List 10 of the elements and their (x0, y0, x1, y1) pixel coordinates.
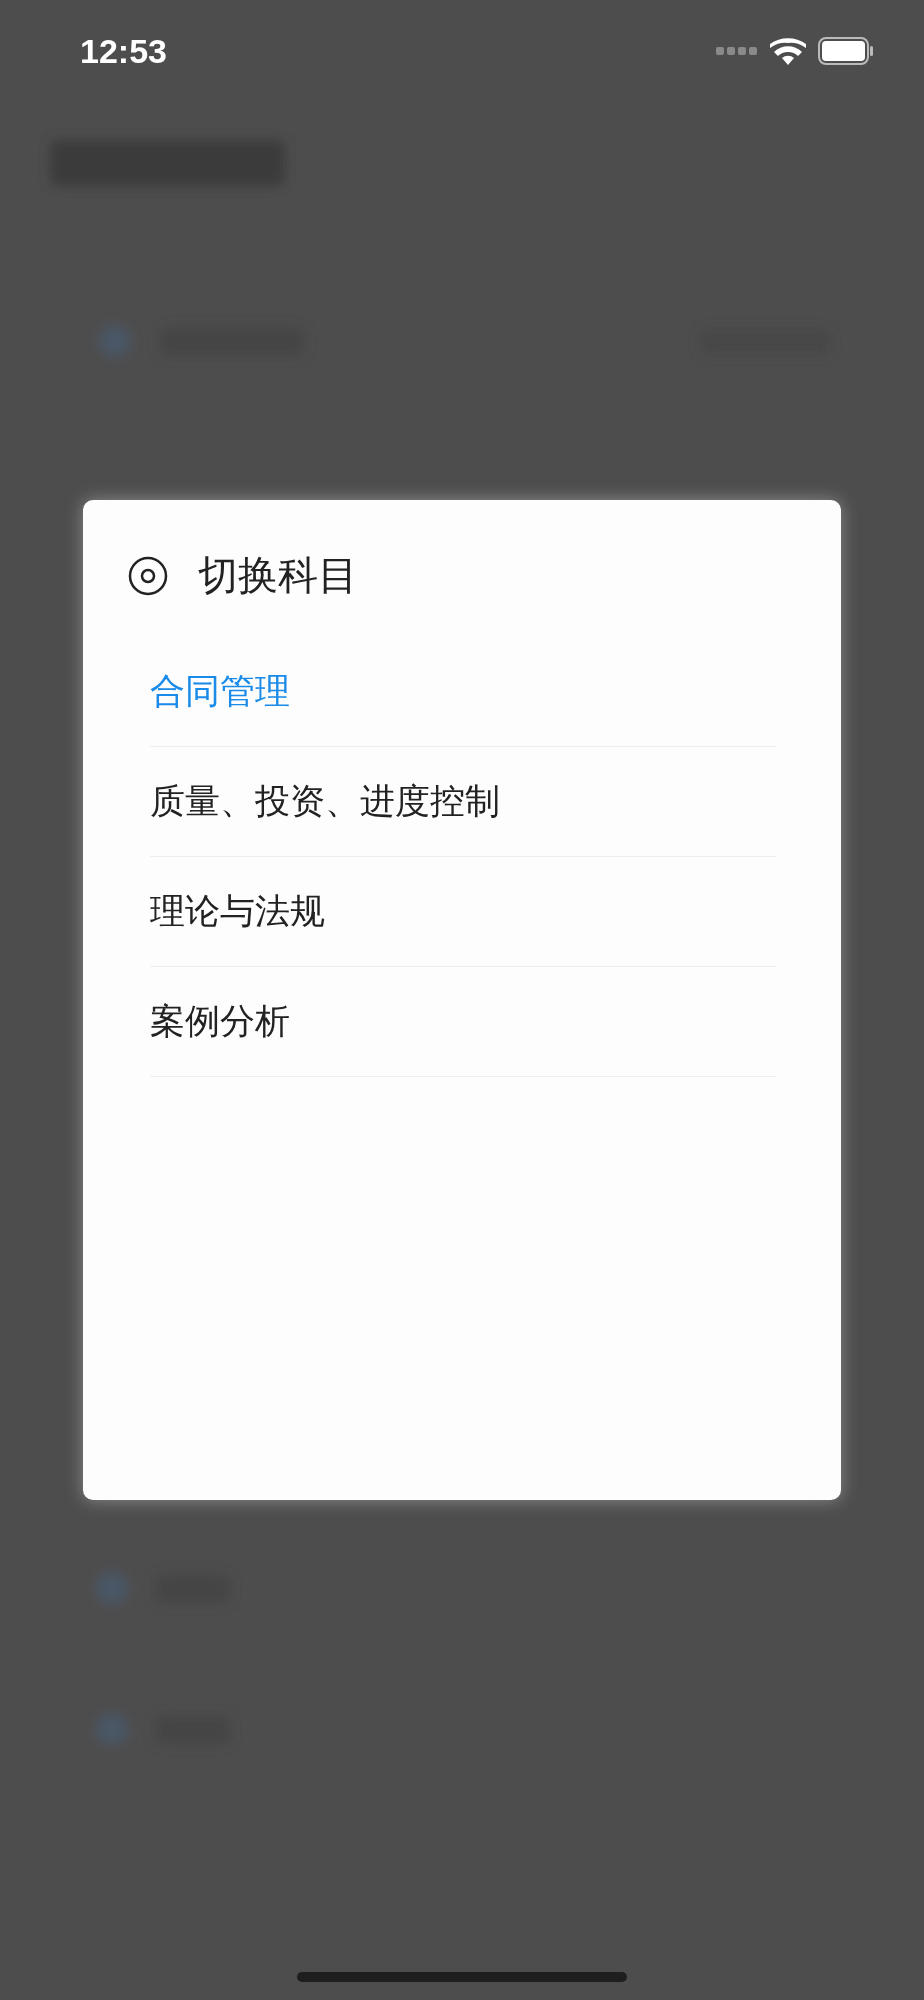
status-time: 12:53 (80, 31, 167, 71)
subject-option[interactable]: 理论与法规 (150, 857, 776, 967)
battery-icon (818, 37, 874, 65)
subject-option[interactable]: 合同管理 (150, 637, 776, 747)
signal-icon (716, 46, 758, 56)
dialog-title: 切换科目 (198, 551, 358, 600)
target-icon (128, 555, 168, 596)
subject-option[interactable]: 质量、投资、进度控制 (150, 747, 776, 857)
wifi-icon (770, 37, 806, 65)
subject-option[interactable]: 案例分析 (150, 967, 776, 1077)
